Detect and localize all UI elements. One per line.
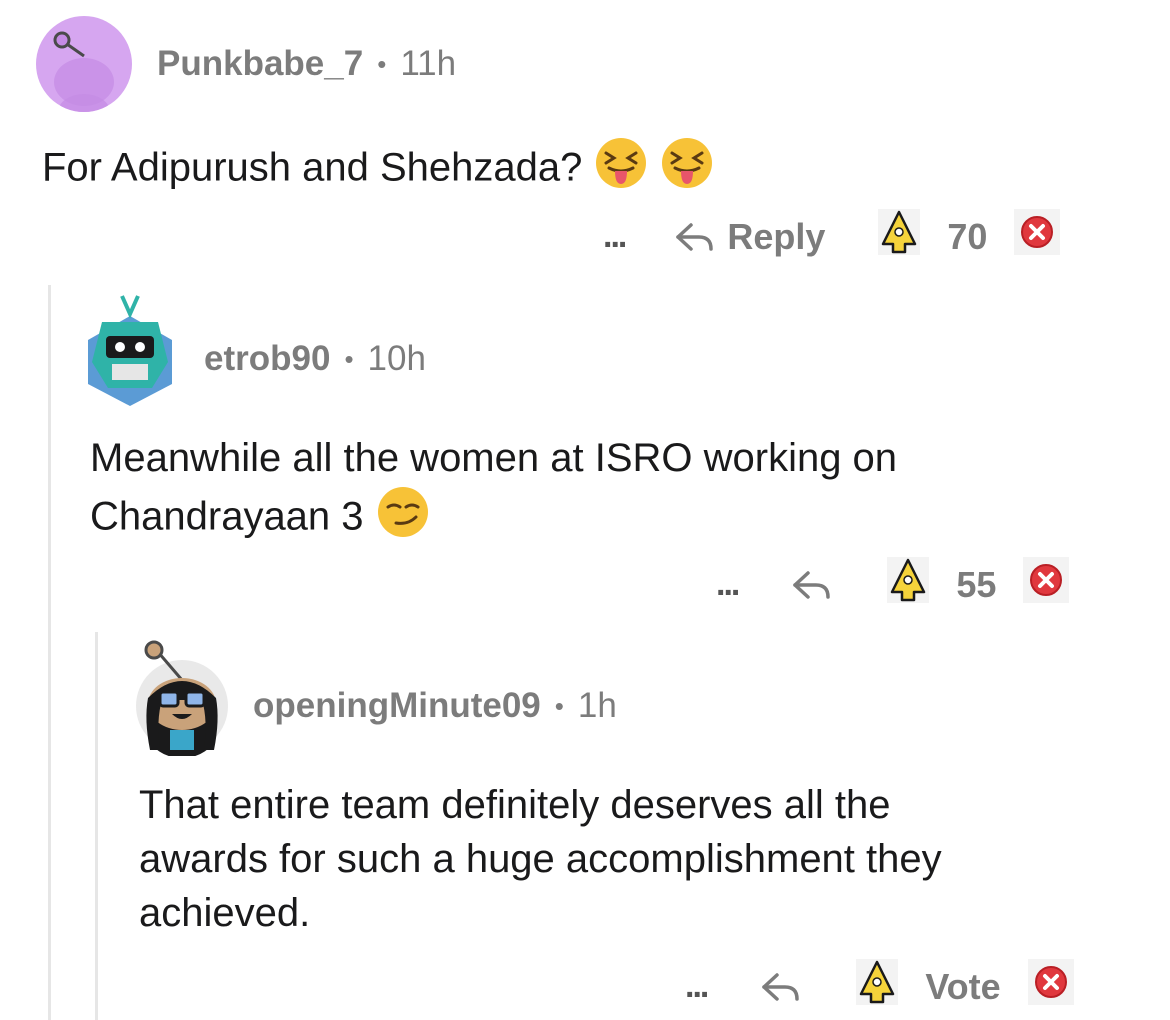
vote-label: Vote (925, 965, 1001, 1007)
thread-line-level-2[interactable] (95, 632, 98, 1020)
comment-text-line: achieved. (139, 891, 311, 935)
reply-button[interactable] (759, 969, 803, 1005)
reply-arrow-icon (676, 222, 714, 251)
user-avatar[interactable] (130, 640, 230, 758)
separator-dot: • (377, 48, 387, 79)
username[interactable]: etrob90 (204, 339, 330, 379)
separator-dot: • (344, 343, 354, 374)
comment-body: Meanwhile all the women at ISRO working … (90, 431, 897, 553)
comment-actions: ... 55 (716, 556, 1070, 613)
comment-text-line: That entire team definitely deserves all… (139, 783, 891, 827)
timestamp: 10h (367, 339, 426, 378)
more-options-button[interactable]: ... (603, 217, 627, 256)
comment-meta: etrob90 • 10h (204, 339, 426, 379)
comment-text: For Adipurush and Shehzada? (42, 145, 583, 190)
robot-avatar-icon (88, 295, 172, 406)
more-options-button[interactable]: ... (716, 565, 740, 604)
vote-count: 55 (956, 563, 997, 605)
comment-text-line: Chandrayaan 3 (90, 494, 364, 539)
snoo-glasses-avatar-icon (136, 640, 228, 758)
user-avatar[interactable] (36, 16, 132, 112)
thread-line-level-1[interactable] (48, 285, 51, 1020)
comment-body: For Adipurush and Shehzada? (42, 136, 714, 204)
reply-arrow-icon (793, 570, 831, 599)
comment-text-line: Meanwhile all the women at ISRO working … (90, 436, 898, 480)
user-avatar[interactable] (82, 292, 178, 408)
upvote-icon[interactable] (877, 208, 921, 265)
squinting-tongue-emoji-icon (660, 136, 714, 204)
comment-actions: ... Reply 70 (603, 208, 1061, 265)
vote-count: 70 (947, 215, 988, 257)
username[interactable]: openingMinute09 (253, 686, 541, 726)
smirking-face-emoji-icon (376, 485, 430, 553)
reply-button[interactable]: Reply (673, 216, 825, 258)
separator-dot: • (554, 690, 564, 721)
downvote-icon[interactable] (1013, 208, 1061, 265)
downvote-icon[interactable] (1027, 958, 1075, 1015)
comment-actions: ... Vote (685, 958, 1075, 1015)
reply-arrow-icon (762, 972, 800, 1001)
comment-text-line: awards for such a huge accomplishment th… (139, 837, 942, 881)
timestamp: 1h (577, 686, 617, 725)
comment-meta: openingMinute09 • 1h (253, 686, 617, 726)
comment-meta: Punkbabe_7 • 11h (157, 44, 456, 84)
reply-button[interactable] (790, 567, 834, 603)
comment-body: That entire team definitely deserves all… (139, 778, 942, 940)
upvote-icon[interactable] (855, 958, 899, 1015)
more-options-button[interactable]: ... (685, 967, 709, 1006)
downvote-icon[interactable] (1022, 556, 1070, 613)
squinting-tongue-emoji-icon (594, 136, 648, 204)
timestamp: 11h (400, 44, 457, 83)
upvote-icon[interactable] (886, 556, 930, 613)
reply-label: Reply (727, 215, 826, 257)
snoo-avatar-icon (53, 31, 114, 112)
username[interactable]: Punkbabe_7 (157, 44, 363, 84)
